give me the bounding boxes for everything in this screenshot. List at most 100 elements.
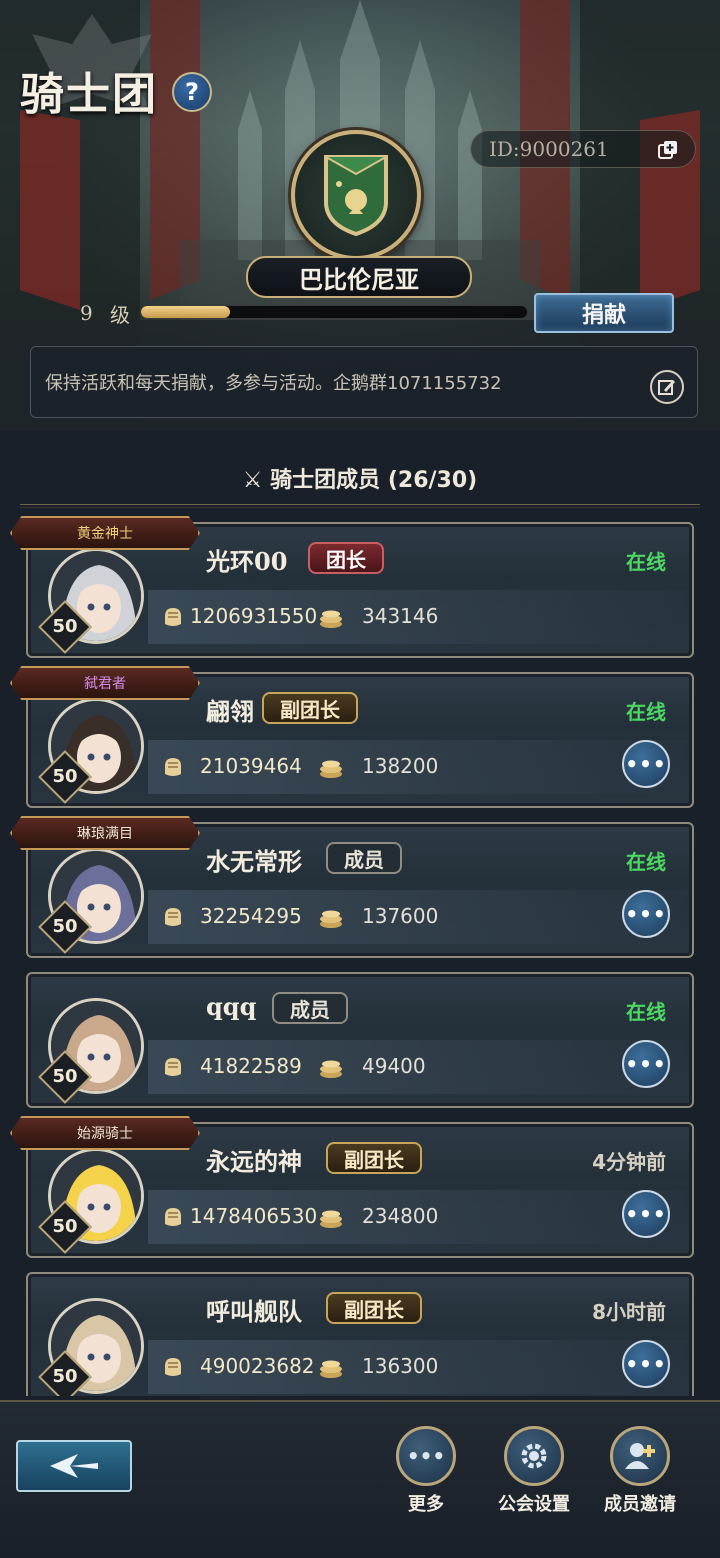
member-card[interactable]: 50 始源骑士 永远的神 副团长 4分钟前 1478406530 234800 •••	[10, 1116, 694, 1258]
guild-emblem	[291, 130, 421, 260]
member-role-badge: 成员	[272, 992, 348, 1024]
member-donation: 234800	[362, 1204, 439, 1228]
guild-id-box: ID:9000261	[470, 130, 696, 168]
member-title-tag: 弑君者	[10, 666, 200, 700]
contribution-fist-icon	[165, 1208, 181, 1226]
member-contribution: 490023682	[200, 1354, 315, 1378]
question-icon: ?	[185, 78, 199, 106]
back-button[interactable]	[16, 1440, 132, 1492]
contribution-fist-icon	[165, 1058, 181, 1076]
member-contribution: 32254295	[200, 904, 302, 928]
member-name: 水无常形	[206, 847, 302, 876]
gear-icon	[504, 1426, 564, 1486]
guild-notice: 保持活跃和每天捐献，多参与活动。企鹅群1071155732	[30, 346, 698, 418]
member-level: 50	[52, 916, 78, 937]
member-level: 50	[52, 1366, 78, 1387]
contribution-fist-icon	[165, 1358, 181, 1376]
guild-notice-text: 保持活跃和每天捐献，多参与活动。企鹅群1071155732	[45, 373, 502, 394]
invite-member-label: 成员邀请	[604, 1494, 676, 1515]
back-arrow-icon	[50, 1454, 98, 1478]
section-divider	[20, 504, 700, 508]
guild-level: 9 级	[80, 298, 140, 328]
member-donation: 137600	[362, 904, 439, 928]
contribution-fist-icon	[165, 758, 181, 776]
level-progress-fill	[141, 306, 230, 318]
members-icon: ⚔	[242, 468, 271, 493]
more-icon: •••	[396, 1426, 456, 1486]
coin-stack-icon	[320, 1060, 342, 1078]
member-card[interactable]: 50 qqq 成员 在线 41822589 49400 •••	[26, 972, 694, 1108]
member-donation: 138200	[362, 754, 439, 778]
member-role-badge: 副团长	[326, 1292, 422, 1324]
member-more-button[interactable]: •••	[622, 1340, 670, 1388]
member-level: 50	[52, 766, 78, 787]
member-name: 光环00	[206, 547, 288, 576]
member-status: 在线	[626, 850, 666, 874]
member-contribution: 41822589	[200, 1054, 302, 1078]
edit-notice-button[interactable]	[650, 370, 684, 404]
contribution-fist-icon	[165, 908, 181, 926]
copy-icon[interactable]	[657, 139, 679, 161]
member-status: 在线	[626, 1000, 666, 1024]
member-level: 50	[52, 616, 78, 637]
member-level: 50	[52, 1216, 78, 1237]
member-status: 在线	[626, 700, 666, 724]
guild-id-text: ID:9000261	[489, 137, 609, 161]
member-status: 在线	[626, 550, 666, 574]
guild-level-number: 9	[80, 301, 93, 325]
member-name: 翩翎	[206, 697, 254, 726]
member-list[interactable]: 50 黄金神士 光环00 团长 在线 1206931550 343146 50 弑君者 翩翎 副团长…	[0, 516, 720, 1396]
guild-banner: 骑士团 ? ID:9000261 巴比伦尼亚 9 级 捐献 保持活跃和每天捐献，…	[0, 0, 720, 430]
member-role-badge: 副团长	[262, 692, 358, 724]
shield-icon	[324, 155, 388, 237]
member-donation: 343146	[362, 604, 439, 628]
member-donation: 49400	[362, 1054, 426, 1078]
more-button[interactable]: ••• 更多	[376, 1426, 476, 1516]
member-contribution: 21039464	[200, 754, 302, 778]
guild-settings-button[interactable]: 公会设置	[484, 1426, 584, 1516]
donate-button[interactable]: 捐献	[534, 293, 674, 333]
member-name: qqq	[206, 992, 257, 1021]
member-more-button[interactable]: •••	[622, 890, 670, 938]
coin-stack-icon	[320, 910, 342, 928]
member-card[interactable]: 50 琳琅满目 水无常形 成员 在线 32254295 137600 •••	[10, 816, 694, 958]
member-more-button[interactable]: •••	[622, 740, 670, 788]
more-label: 更多	[408, 1494, 444, 1515]
member-card[interactable]: 50 呼叫舰队 副团长 8小时前 490023682 136300 •••	[26, 1272, 694, 1396]
member-card[interactable]: 50 弑君者 翩翎 副团长 在线 21039464 138200 •••	[10, 666, 694, 808]
member-title-tag: 黄金神士	[10, 516, 200, 550]
member-card[interactable]: 50 黄金神士 光环00 团长 在线 1206931550 343146	[10, 516, 694, 658]
coin-stack-icon	[320, 1210, 342, 1228]
members-section-title: ⚔ 骑士团成员 (26/30)	[242, 468, 478, 493]
member-role-badge: 团长	[308, 542, 384, 574]
member-title-tag: 始源骑士	[10, 1116, 200, 1150]
member-name: 呼叫舰队	[206, 1297, 302, 1326]
member-contribution: 1478406530	[190, 1204, 318, 1228]
add-user-icon	[610, 1426, 670, 1486]
coin-stack-icon	[320, 1360, 342, 1378]
coin-stack-icon	[320, 760, 342, 778]
member-contribution: 1206931550	[190, 604, 318, 628]
member-status: 4分钟前	[592, 1150, 666, 1174]
member-title-tag: 琳琅满目	[10, 816, 200, 850]
member-more-button[interactable]: •••	[622, 1190, 670, 1238]
page-title: 骑士团	[20, 69, 158, 120]
guild-level-unit: 级	[110, 302, 130, 327]
member-role-badge: 副团长	[326, 1142, 422, 1174]
member-status: 8小时前	[592, 1300, 666, 1324]
member-more-button[interactable]: •••	[622, 1040, 670, 1088]
help-button[interactable]: ?	[172, 72, 212, 112]
edit-icon	[658, 380, 675, 395]
guild-name: 巴比伦尼亚	[299, 265, 419, 294]
member-name: 永远的神	[206, 1147, 302, 1176]
member-role-badge: 成员	[326, 842, 402, 874]
level-progress-bar	[140, 305, 528, 319]
donate-label: 捐献	[581, 303, 626, 328]
footer-bar: ••• 更多 公会设置 成员邀请	[0, 1400, 720, 1558]
invite-member-button[interactable]: 成员邀请	[590, 1426, 690, 1516]
coin-stack-icon	[320, 610, 342, 628]
member-level: 50	[52, 1066, 78, 1087]
contribution-fist-icon	[165, 608, 181, 626]
guild-settings-label: 公会设置	[498, 1494, 570, 1515]
guild-name-plate: 巴比伦尼亚	[246, 256, 472, 298]
